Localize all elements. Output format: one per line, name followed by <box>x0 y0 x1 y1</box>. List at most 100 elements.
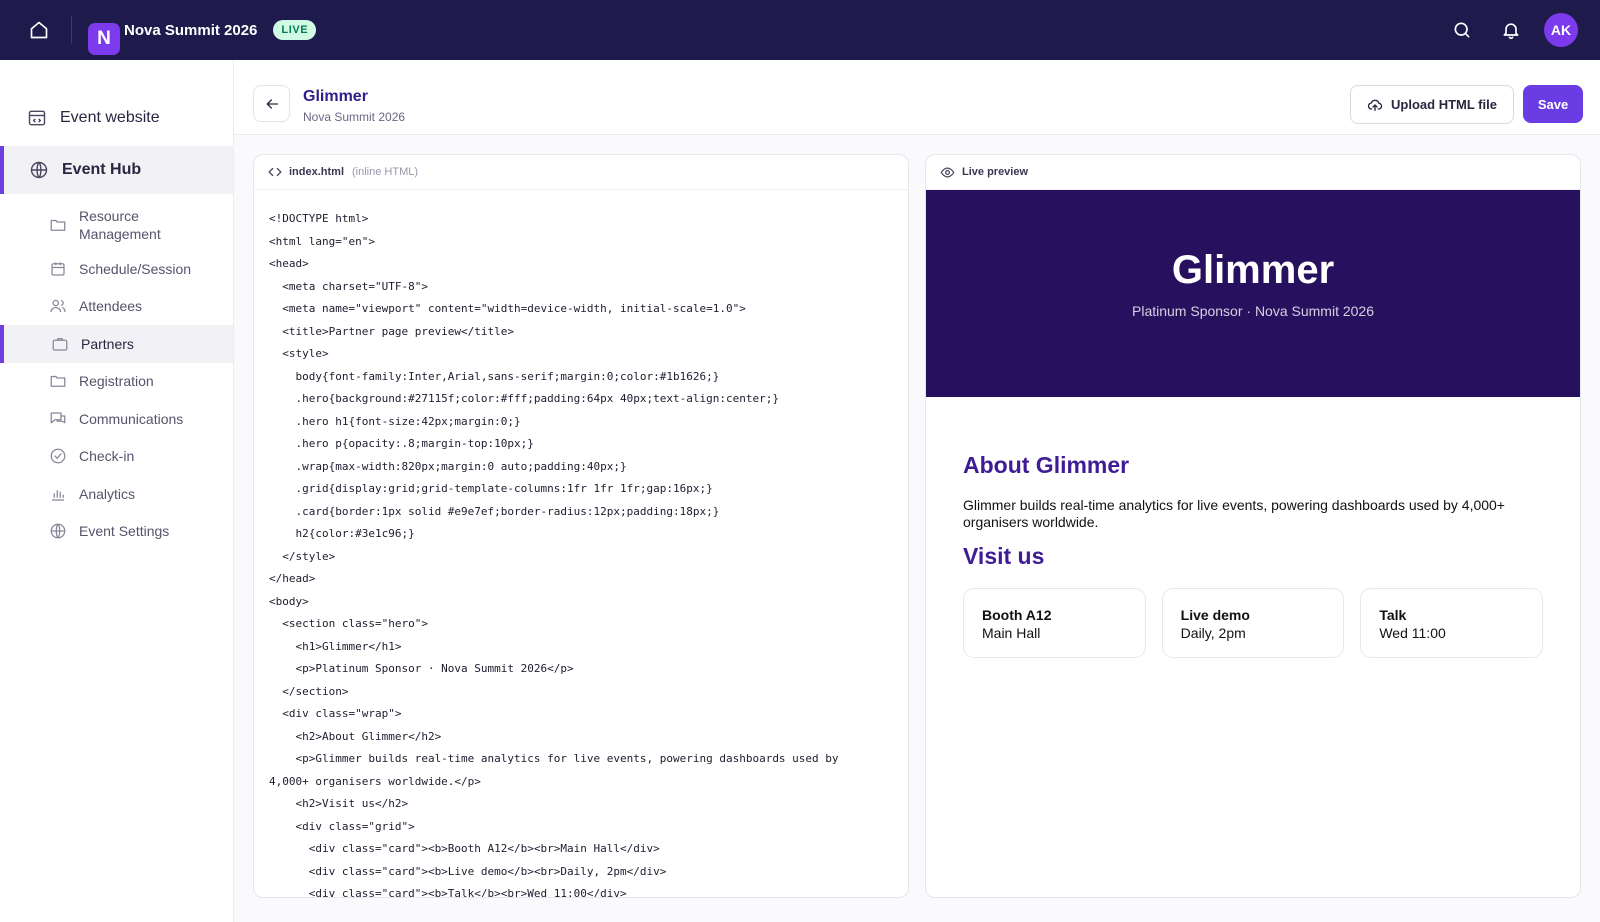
website-icon <box>27 108 47 128</box>
editor-mode: (inline HTML) <box>352 166 419 178</box>
preview-card: Booth A12 Main Hall <box>963 588 1146 658</box>
event-logo: N <box>88 23 120 55</box>
editor-header: index.html (inline HTML) <box>254 155 908 190</box>
globe-icon <box>48 521 68 541</box>
preview-about-text: Glimmer builds real-time analytics for l… <box>963 497 1505 530</box>
sidebar-item-schedule[interactable]: Schedule/Session <box>0 250 233 288</box>
sidebar-item-analytics[interactable]: Analytics <box>0 475 233 513</box>
code-line: <!DOCTYPE html> <box>269 212 369 225</box>
sidebar-item-label: Schedule/Session <box>79 260 192 277</box>
folder-icon <box>48 371 68 391</box>
top-bar: N Nova Summit 2026 LIVE AK <box>0 0 1600 60</box>
sidebar-item-resource-management[interactable]: Resource Management <box>0 200 233 250</box>
preview-card-grid: Booth A12 Main Hall Live demo Daily, 2pm… <box>963 588 1544 658</box>
code-line: <html lang="en"> <box>269 234 375 248</box>
sidebar-item-label: Event website <box>60 109 160 126</box>
code-line: <h2>About Glimmer</h2> <box>269 729 442 743</box>
back-button[interactable] <box>253 85 290 122</box>
card-detail: Main Hall <box>982 625 1041 641</box>
upload-label: Upload HTML file <box>1391 97 1497 112</box>
sidebar-item-event-website[interactable]: Event website <box>0 93 233 143</box>
home-icon <box>30 21 48 39</box>
code-line: <meta charset="UTF-8"> <box>269 279 428 293</box>
code-line: .hero p{opacity:.8;margin-top:10px;} <box>269 437 534 450</box>
sidebar-item-label: Event Settings <box>79 523 170 540</box>
page-title: Glimmer <box>303 88 368 105</box>
sidebar-item-attendees[interactable]: Attendees <box>0 288 233 326</box>
search-icon <box>1454 22 1470 38</box>
code-line: <div class="card"><b>Talk</b><br>Wed 11:… <box>269 887 627 898</box>
preview-content: About Glimmer Glimmer builds real-time a… <box>926 397 1580 658</box>
notifications-button[interactable] <box>1493 12 1529 48</box>
page-header: Glimmer Nova Summit 2026 Upload HTML fil… <box>234 60 1600 135</box>
event-title: Nova Summit 2026 <box>124 21 258 39</box>
code-line: h2{color:#3e1c96;} <box>269 527 415 540</box>
page-subtitle: Nova Summit 2026 <box>303 110 406 124</box>
code-line: <p>Platinum Sponsor · Nova Summit 2026</… <box>269 662 574 675</box>
card-title: Live demo <box>1180 607 1250 623</box>
editor-filename: index.html <box>289 166 345 178</box>
code-line: .hero{background:#27115f;color:#fff;padd… <box>269 392 779 405</box>
topbar-actions: AK <box>1444 12 1600 48</box>
preview-hero: Glimmer Platinum Sponsor · Nova Summit 2… <box>926 190 1580 397</box>
card-title: Booth A12 <box>982 607 1052 623</box>
divider <box>71 16 72 44</box>
code-line: <body> <box>269 594 309 608</box>
sidebar-item-label: Communications <box>79 410 184 427</box>
code-textarea[interactable]: <!DOCTYPE html> <html lang="en"> <head> <m… <box>254 190 908 898</box>
code-line: .grid{display:grid;grid-template-columns… <box>269 482 713 495</box>
sidebar: Event website Event Hub Resource Managem… <box>0 60 234 922</box>
sidebar-item-label: Check-in <box>79 448 135 465</box>
code-line: <style> <box>269 347 329 360</box>
eye-icon <box>940 165 955 180</box>
code-line: <div class="card"><b>Live demo</b><br>Da… <box>269 864 667 878</box>
folder-icon <box>48 215 68 235</box>
code-line: .wrap{max-width:820px;margin:0 auto;padd… <box>269 459 627 473</box>
live-badge: LIVE <box>273 20 317 40</box>
bar-chart-icon <box>48 484 68 504</box>
arrow-left-icon <box>265 98 278 109</box>
preview-hero-subtitle: Platinum Sponsor · Nova Summit 2026 <box>1132 303 1374 319</box>
code-line: <h1>Glimmer</h1> <box>269 639 402 653</box>
code-line: <div class="wrap"> <box>269 707 402 720</box>
code-line: .hero h1{font-size:42px;margin:0;} <box>269 414 521 428</box>
sidebar-item-event-hub[interactable]: Event Hub <box>0 146 233 194</box>
sidebar-item-communications[interactable]: Communications <box>0 400 233 438</box>
code-line: </style> <box>269 549 336 563</box>
sidebar-item-registration[interactable]: Registration <box>0 363 233 401</box>
upload-html-button[interactable]: Upload HTML file <box>1350 85 1514 124</box>
sidebar-item-event-settings[interactable]: Event Settings <box>0 513 233 551</box>
code-line: 4,000+ organisers worldwide.</p> <box>269 774 481 788</box>
chat-icon <box>48 409 68 429</box>
sidebar-item-label: Event Hub <box>62 161 142 178</box>
preview-card: Talk Wed 11:00 <box>1360 588 1544 658</box>
sidebar-item-check-in[interactable]: Check-in <box>0 438 233 476</box>
sidebar-item-label: Resource Management <box>79 208 161 242</box>
users-icon <box>48 296 68 316</box>
calendar-icon <box>48 259 68 279</box>
sidebar-item-label: Analytics <box>79 485 136 502</box>
code-line: <section class="hero"> <box>269 617 428 630</box>
preview-card: Live demo Daily, 2pm <box>1161 588 1345 658</box>
save-button[interactable]: Save <box>1523 85 1583 123</box>
bell-icon <box>1503 23 1519 40</box>
preview-label: Live preview <box>962 166 1029 178</box>
upload-cloud-icon <box>1367 97 1383 113</box>
home-button[interactable] <box>19 10 59 50</box>
preview-hero-title: Glimmer <box>1171 248 1335 292</box>
code-line: <h2>Visit us</h2> <box>269 797 409 810</box>
preview-header: Live preview <box>926 155 1580 190</box>
code-line: <meta name="viewport" content="width=dev… <box>269 302 746 315</box>
code-line: .card{border:1px solid #e9e7ef;border-ra… <box>269 504 720 518</box>
preview-visit-heading: Visit us <box>963 543 1045 569</box>
sidebar-item-partners[interactable]: Partners <box>0 325 233 363</box>
code-editor-panel: index.html (inline HTML) <!DOCTYPE html>… <box>253 154 909 898</box>
code-icon <box>268 165 282 179</box>
search-button[interactable] <box>1444 12 1480 48</box>
sidebar-item-label: Attendees <box>79 298 143 315</box>
card-detail: Daily, 2pm <box>1180 625 1246 641</box>
code-line: </section> <box>269 684 349 698</box>
code-line: <div class="grid"> <box>269 819 415 833</box>
user-avatar[interactable]: AK <box>1544 13 1578 47</box>
sidebar-item-label: Partners <box>81 335 134 352</box>
